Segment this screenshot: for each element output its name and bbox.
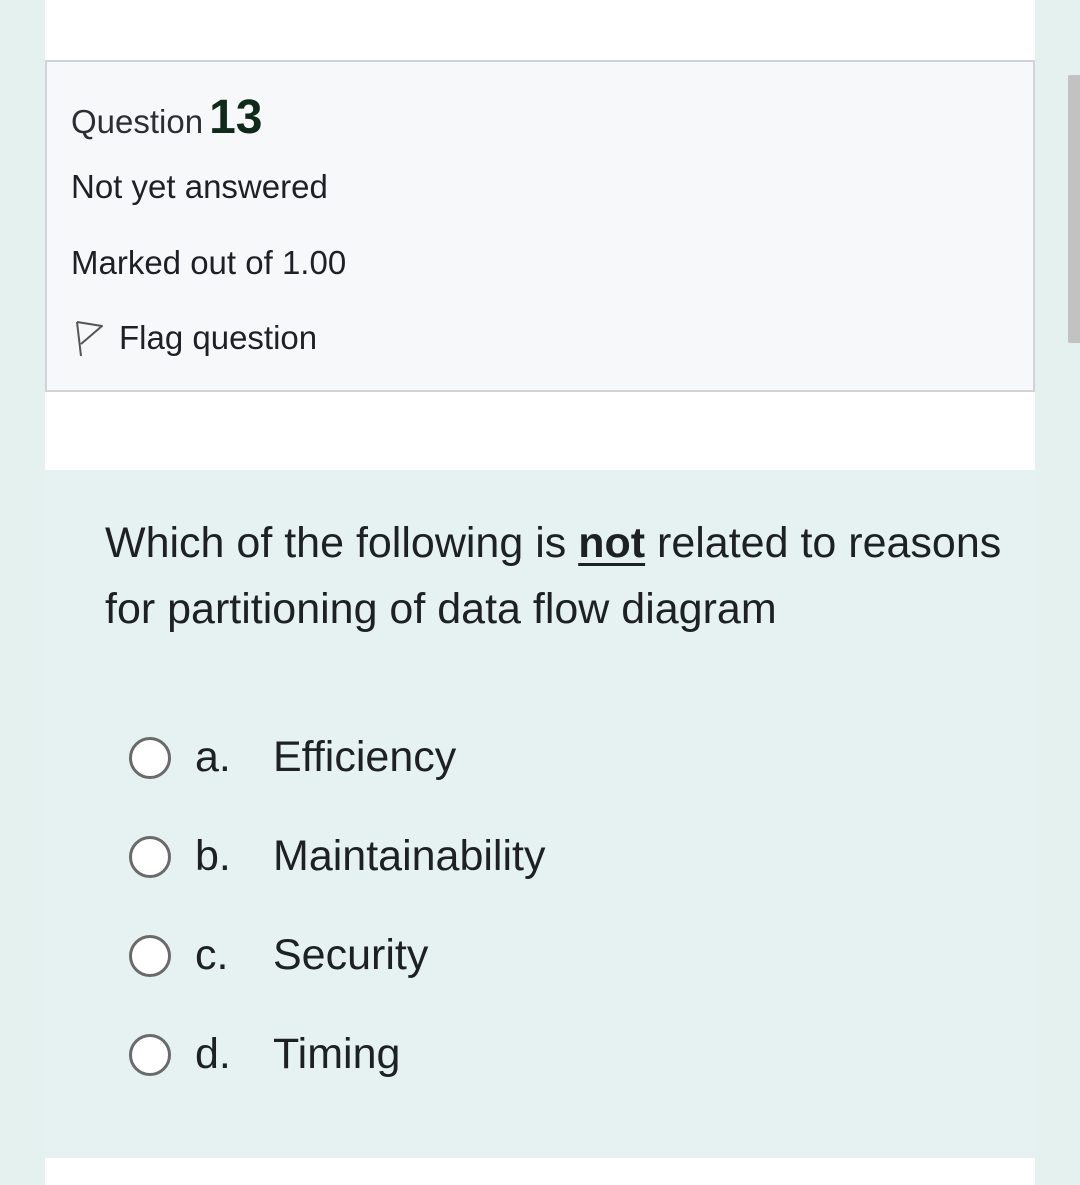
question-heading: Question 13 [71, 90, 262, 145]
answer-option-a[interactable]: a. Efficiency [129, 708, 989, 807]
flag-outline-icon [76, 321, 103, 357]
answer-letter-b: b. [195, 832, 231, 880]
radio-button-b[interactable] [129, 835, 171, 878]
flag-question-button[interactable]: Flag question [71, 318, 317, 358]
question-grade: Marked out of 1.00 [71, 244, 347, 281]
question-text-emphasis: not [578, 519, 646, 567]
flag-question-label: Flag question [119, 319, 318, 356]
question-label: Question [71, 103, 204, 140]
answer-options: a. Efficiency b. Maintainability c. Secu… [129, 708, 989, 1104]
answer-option-b[interactable]: b. Maintainability [129, 807, 989, 906]
question-text-before: Which of the following is [105, 519, 579, 567]
radio-button-c[interactable] [129, 934, 171, 977]
radio-button-d[interactable] [129, 1033, 171, 1076]
answer-text-d: Timing [273, 1030, 401, 1078]
answer-option-d[interactable]: d. Timing [129, 1005, 989, 1104]
answer-text-a: Efficiency [273, 733, 457, 781]
question-content: Which of the following is not related to… [45, 470, 1035, 1158]
question-number: 13 [209, 91, 263, 144]
quiz-page: Question 13 Not yet answered Marked out o… [45, 0, 1035, 1185]
question-state: Not yet answered [71, 168, 328, 205]
question-info-box: Question 13 Not yet answered Marked out o… [45, 60, 1035, 392]
answer-letter-c: c. [195, 931, 229, 979]
answer-option-c[interactable]: c. Security [129, 906, 989, 1005]
radio-button-a[interactable] [129, 736, 171, 779]
answer-letter-d: d. [195, 1030, 231, 1078]
scrollbar-thumb[interactable] [1068, 75, 1080, 343]
answer-letter-a: a. [195, 733, 231, 781]
question-text: Which of the following is not related to… [105, 510, 1005, 642]
answer-text-c: Security [273, 931, 429, 979]
answer-text-b: Maintainability [273, 832, 546, 880]
